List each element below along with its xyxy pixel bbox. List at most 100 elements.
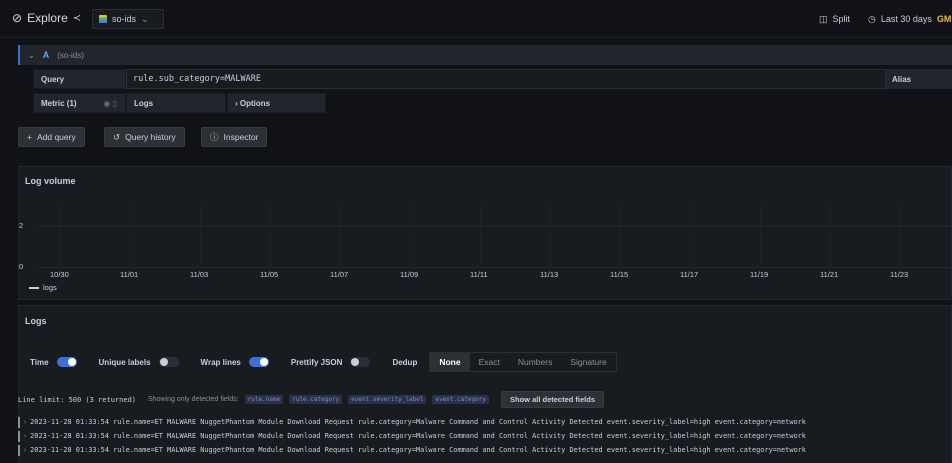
chart-legend[interactable]: logs xyxy=(29,283,57,292)
query-history-button[interactable]: ↺ Query history xyxy=(104,127,185,147)
metric-selector[interactable]: Metric (1) ◉ ▯ xyxy=(33,93,126,113)
grid-line-vertical xyxy=(760,205,761,267)
wrap-lines-toggle[interactable] xyxy=(248,357,269,367)
unique-labels-label: Unique labels xyxy=(98,357,151,367)
query-row-header[interactable]: ⌄ A (so-ids) xyxy=(18,45,952,65)
prettify-json-toggle[interactable] xyxy=(350,357,371,367)
grid-line-vertical xyxy=(200,205,201,267)
dedup-option-exact[interactable]: Exact xyxy=(470,353,509,371)
query-label: Query xyxy=(33,69,126,89)
grid-line-vertical xyxy=(60,205,61,267)
chevron-right-icon[interactable]: › xyxy=(23,432,27,440)
x-tick-label: 11/03 xyxy=(190,270,209,279)
grid-line-vertical xyxy=(480,205,481,267)
grid-line-vertical xyxy=(130,205,131,267)
time-range-picker[interactable]: ◷ Last 30 days GM xyxy=(868,9,951,29)
inspector-label: Inspector xyxy=(223,132,259,142)
dedup-option-none[interactable]: None xyxy=(430,353,470,371)
legend-swatch xyxy=(29,286,39,289)
showing-fields-text: Showing only detected fields: xyxy=(148,396,239,403)
field-chip[interactable]: rule.name xyxy=(244,395,284,404)
dedup-label: Dedup xyxy=(392,357,418,367)
query-input[interactable]: rule.sub_category=MALWARE xyxy=(126,69,886,89)
options-toggle[interactable]: › Options xyxy=(227,93,326,113)
chevron-down-icon: ⌄ xyxy=(141,13,149,24)
page-title: Explore xyxy=(27,11,68,25)
split-icon: ◫ xyxy=(819,13,828,24)
compass-icon: ⊘ xyxy=(12,11,23,25)
explore-title: ⊘ Explore ≺ xyxy=(12,11,81,25)
show-all-fields-button[interactable]: Show all detected fields xyxy=(501,391,605,408)
x-tick-label: 10/30 xyxy=(50,270,69,279)
grid-line-vertical xyxy=(550,205,551,267)
x-tick-label: 11/13 xyxy=(540,270,559,279)
timezone-label: GM xyxy=(936,14,952,24)
log-volume-panel: Log volume 2 0 10/30 11/01 11/03 11/05 11/07 11… xyxy=(18,166,952,300)
query-datasource-hint: (so-ids) xyxy=(57,50,84,60)
x-tick-label: 11/09 xyxy=(400,270,419,279)
grid-line-vertical xyxy=(270,205,271,267)
legend-label: logs xyxy=(43,283,57,292)
field-chip[interactable]: rule.category xyxy=(289,395,343,404)
time-toggle[interactable] xyxy=(56,357,77,367)
log-line-text: 2023-11-28 01:33:54 rule.name=ET MALWARE… xyxy=(30,432,806,440)
field-chip[interactable]: event.severity_label xyxy=(348,395,427,404)
alias-field[interactable]: Alias xyxy=(886,69,952,89)
log-level-bar xyxy=(18,430,20,442)
time-toggle-label: Time xyxy=(30,357,49,367)
info-icon: ⓘ xyxy=(210,132,219,142)
dedup-option-signature[interactable]: Signature xyxy=(561,353,615,371)
logs-controls: Time Unique labels Wrap lines Prettify J… xyxy=(18,349,952,375)
grid-line-vertical xyxy=(340,205,341,267)
grid-line-vertical xyxy=(620,205,621,267)
top-bar: ⊘ Explore ≺ so-ids ⌄ ◫ Split ◷ Last 30 d… xyxy=(0,0,952,38)
log-line-text: 2023-11-28 01:33:54 rule.name=ET MALWARE… xyxy=(30,418,806,426)
grid-line-vertical xyxy=(900,205,901,267)
query-history-label: Query history xyxy=(125,132,176,142)
clock-icon: ◷ xyxy=(868,13,876,24)
grid-line-horizontal xyxy=(37,225,952,227)
grid-line-vertical xyxy=(830,205,831,267)
split-label: Split xyxy=(832,14,851,24)
plus-icon: + xyxy=(27,132,32,142)
time-range-label: Last 30 days xyxy=(880,14,932,24)
log-row[interactable]: › 2023-11-28 01:33:54 rule.name=ET MALWA… xyxy=(18,416,952,428)
log-line-text: 2023-11-28 01:33:54 rule.name=ET MALWARE… xyxy=(30,446,806,454)
datasource-picker[interactable]: so-ids ⌄ xyxy=(92,9,164,29)
x-tick-label: 11/17 xyxy=(680,270,699,279)
dedup-option-numbers[interactable]: Numbers xyxy=(509,353,561,371)
metric-eye-icon[interactable]: ◉ ▯ xyxy=(103,99,117,108)
log-level-bar xyxy=(18,416,20,428)
inspector-button[interactable]: ⓘ Inspector xyxy=(201,127,268,147)
y-tick-label: 2 xyxy=(19,220,24,230)
history-icon: ↺ xyxy=(113,131,121,142)
detected-fields-bar: Line limit: 500 (3 returned) Showing onl… xyxy=(18,391,605,408)
chevron-down-icon[interactable]: ⌄ xyxy=(28,51,35,60)
chevron-right-icon[interactable]: › xyxy=(23,418,27,426)
log-row[interactable]: › 2023-11-28 01:33:54 rule.name=ET MALWA… xyxy=(18,430,952,442)
split-button[interactable]: ◫ Split xyxy=(819,9,850,29)
grid-line-vertical xyxy=(410,205,411,267)
x-tick-label: 11/15 xyxy=(610,270,629,279)
add-query-label: Add query xyxy=(36,132,76,142)
line-limit: Line limit: 500 (3 returned) xyxy=(18,395,137,404)
metric-label: Metric (1) xyxy=(41,98,77,108)
field-chip[interactable]: event.category xyxy=(432,395,489,404)
x-tick-label: 11/23 xyxy=(890,270,909,279)
x-tick-label: 11/19 xyxy=(750,270,769,279)
add-query-button[interactable]: + Add query xyxy=(18,127,85,147)
logs-title: Logs xyxy=(25,316,47,326)
chevron-right-icon[interactable]: › xyxy=(23,446,27,454)
grid-line-vertical xyxy=(690,205,691,267)
unique-labels-toggle[interactable] xyxy=(158,357,179,367)
datasource-name: so-ids xyxy=(112,14,137,24)
share-icon[interactable]: ≺ xyxy=(73,13,81,24)
query-ref-id[interactable]: A xyxy=(43,50,50,60)
x-tick-label: 11/11 xyxy=(470,270,488,279)
log-level-bar xyxy=(18,444,20,456)
log-row[interactable]: › 2023-11-28 01:33:54 rule.name=ET MALWA… xyxy=(18,444,952,456)
x-tick-label: 11/21 xyxy=(820,270,839,279)
datasource-icon xyxy=(99,15,107,23)
logs-type-select[interactable]: Logs xyxy=(126,93,226,113)
x-tick-label: 11/07 xyxy=(330,270,349,279)
